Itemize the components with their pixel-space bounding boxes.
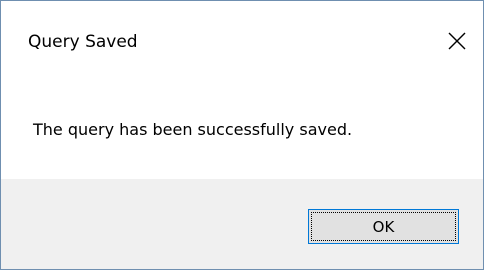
button-bar: OK [1,179,483,269]
dialog-message: The query has been successfully saved. [33,120,353,139]
query-saved-dialog: Query Saved The query has been successfu… [0,0,484,270]
title-bar: Query Saved [1,1,483,81]
dialog-title: Query Saved [28,32,138,52]
ok-button[interactable]: OK [308,209,459,244]
close-icon [448,32,466,50]
close-button[interactable] [435,21,479,61]
